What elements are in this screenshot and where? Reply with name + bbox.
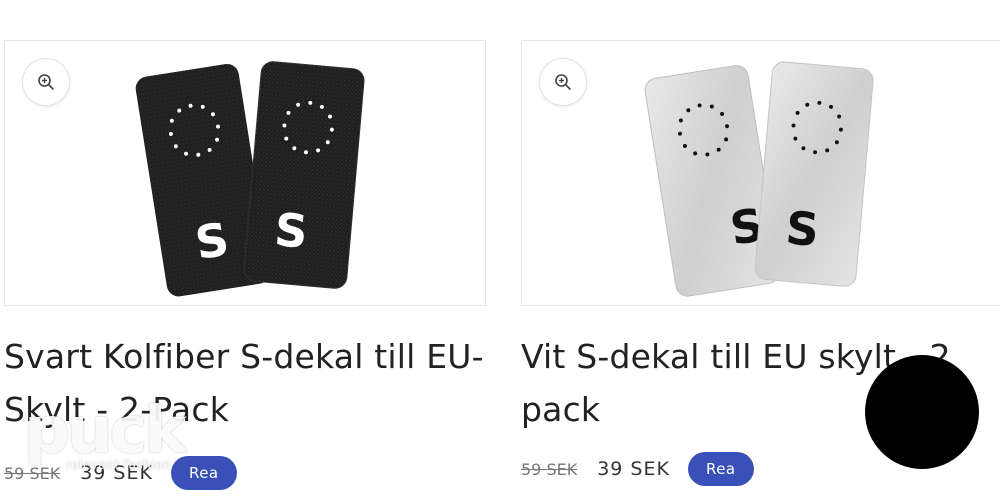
product-card[interactable]: S S Svart Kolfiber S-dekal till EU-Skylt…	[4, 40, 486, 436]
sale-badge: Rea	[687, 452, 754, 486]
sale-price: 39 SEK	[597, 458, 670, 480]
plate-illustration: S S	[644, 61, 874, 297]
plate-illustration: S S	[135, 61, 365, 297]
svg-text:S: S	[272, 203, 309, 259]
product-title[interactable]: Svart Kolfiber S-dekal till EU-Skylt - 2…	[4, 330, 486, 436]
old-price: 59 SEK	[4, 463, 61, 483]
price-row: 59 SEK 39 SEK Rea	[4, 456, 237, 490]
product-image[interactable]: S S	[4, 40, 486, 306]
old-price: 59 SEK	[521, 459, 578, 479]
price-row: 59 SEK 39 SEK Rea	[521, 452, 754, 486]
sale-badge: Rea	[170, 456, 237, 490]
product-image[interactable]: S S	[521, 40, 1000, 306]
svg-text:S: S	[784, 201, 821, 257]
sale-price: 39 SEK	[80, 462, 153, 484]
black-circle-overlay	[865, 355, 979, 469]
